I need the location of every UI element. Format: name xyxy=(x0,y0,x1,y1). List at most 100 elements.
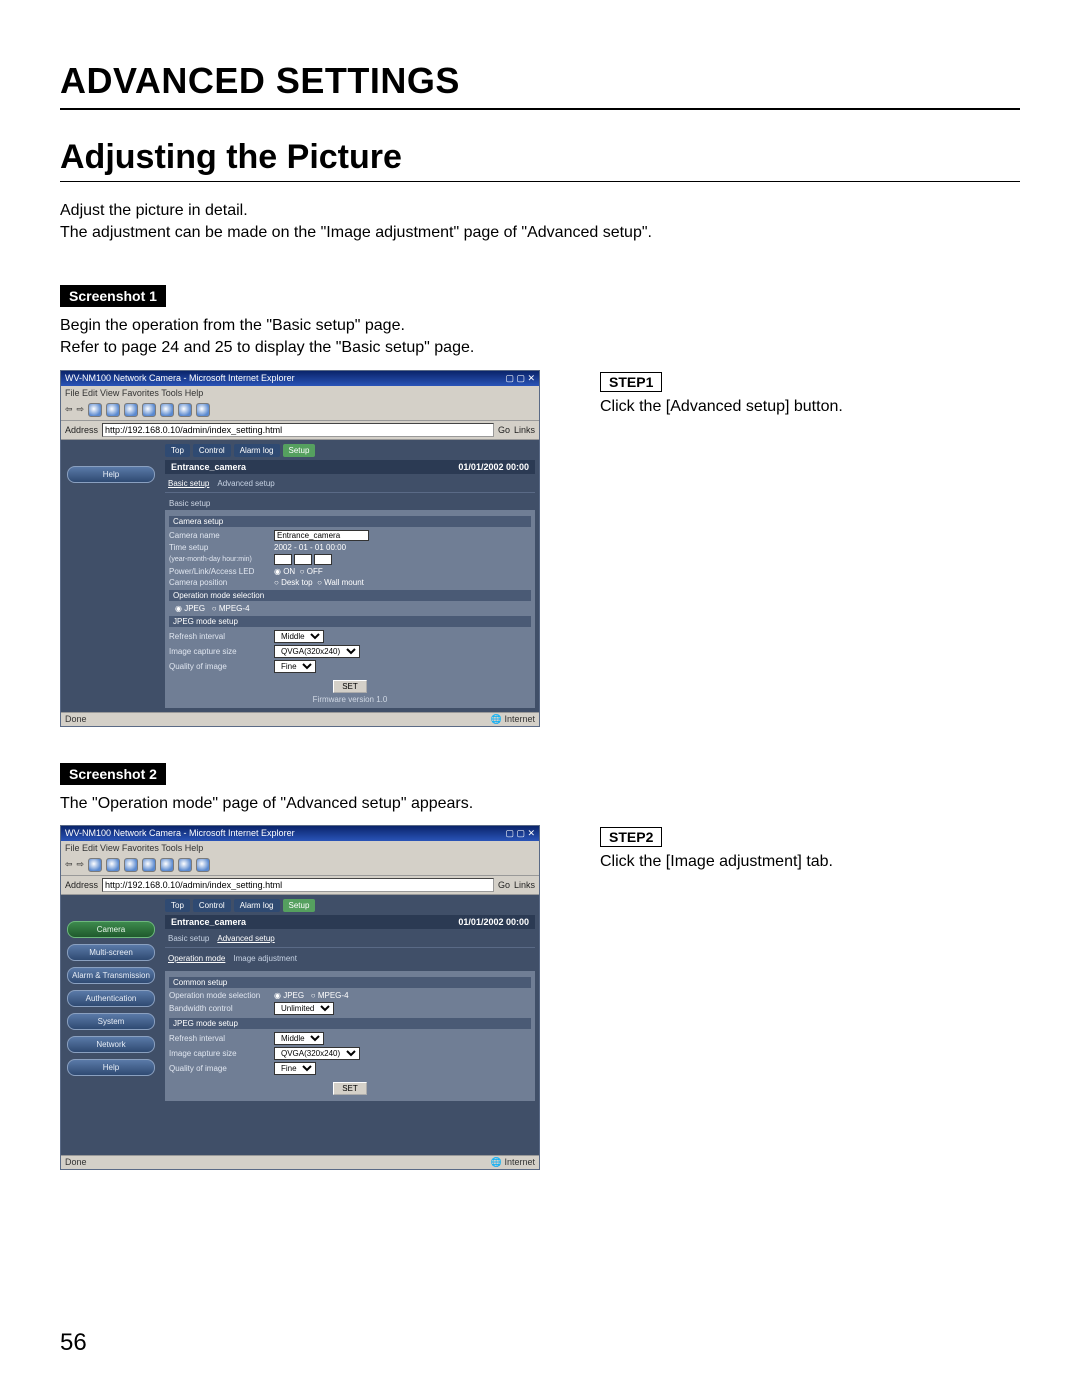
panel-head-opmode: Operation mode selection xyxy=(169,590,531,601)
intro-line: The adjustment can be made on the "Image… xyxy=(60,222,1020,244)
desc-line: The "Operation mode" page of "Advanced s… xyxy=(60,793,1020,815)
camera-name-header: Entrance_camera xyxy=(171,917,246,927)
section-title: Adjusting the Picture xyxy=(60,138,1020,182)
label-time-format: (year-month-day hour:min) xyxy=(169,556,274,563)
subpage-title: Basic setup xyxy=(165,497,535,510)
window-title: WV-NM100 Network Camera - Microsoft Inte… xyxy=(65,828,295,838)
toolbar: ⇦ ⇨ xyxy=(61,855,539,876)
radio-led-on[interactable]: ◉ ON xyxy=(274,567,295,576)
status-text: Done xyxy=(65,1157,87,1168)
back-icon: ⇦ xyxy=(65,859,73,870)
radio-mpeg4[interactable]: ○ MPEG-4 xyxy=(311,991,349,1000)
label-quality: Quality of image xyxy=(169,662,274,671)
label-bandwidth: Bandwidth control xyxy=(169,1004,274,1013)
step-text: Click the [Image adjustment] tab. xyxy=(600,853,1020,871)
radio-led-off[interactable]: ○ OFF xyxy=(300,567,323,576)
radio-jpeg[interactable]: ◉ JPEG xyxy=(274,991,304,1000)
browser-screenshot-1: WV-NM100 Network Camera - Microsoft Inte… xyxy=(60,370,540,727)
screenshot-desc: The "Operation mode" page of "Advanced s… xyxy=(60,793,1020,815)
status-zone: 🌐 Internet xyxy=(491,714,535,725)
select-quality[interactable]: Fine xyxy=(274,660,316,673)
history-icon xyxy=(178,858,192,872)
browser-screenshot-2: WV-NM100 Network Camera - Microsoft Inte… xyxy=(60,825,540,1170)
address-input[interactable] xyxy=(102,423,494,437)
radio-jpeg[interactable]: ◉ JPEG xyxy=(175,604,205,613)
sidebar-help-button[interactable]: Help xyxy=(67,466,155,483)
mail-icon xyxy=(196,858,210,872)
label-image-size: Image capture size xyxy=(169,1049,274,1058)
label-camera-position: Camera position xyxy=(169,578,274,587)
window-title: WV-NM100 Network Camera - Microsoft Inte… xyxy=(65,373,295,383)
firmware-version: Firmware version 1.0 xyxy=(169,695,531,704)
status-zone: 🌐 Internet xyxy=(491,1157,535,1168)
links-label: Links xyxy=(514,880,535,890)
input-time-1[interactable] xyxy=(274,554,292,565)
sidebar-alarm-button[interactable]: Alarm & Transmission xyxy=(67,967,155,984)
sidebar-auth-button[interactable]: Authentication xyxy=(67,990,155,1007)
window-controls: ▢ ▢ ✕ xyxy=(505,373,535,384)
select-refresh-interval[interactable]: Middle xyxy=(274,630,324,643)
select-image-size[interactable]: QVGA(320x240) xyxy=(274,1047,360,1060)
step-text: Click the [Advanced setup] button. xyxy=(600,398,1020,416)
input-time-2[interactable] xyxy=(294,554,312,565)
address-input[interactable] xyxy=(102,878,494,892)
tab-alarm-log[interactable]: Alarm log xyxy=(234,899,280,912)
step-label: STEP1 xyxy=(600,372,662,392)
sidebar-system-button[interactable]: System xyxy=(67,1013,155,1030)
select-quality[interactable]: Fine xyxy=(274,1062,316,1075)
select-bandwidth[interactable]: Unlimited xyxy=(274,1002,334,1015)
set-button[interactable]: SET xyxy=(333,680,367,693)
tab-top[interactable]: Top xyxy=(165,899,190,912)
innertab-image-adjustment[interactable]: Image adjustment xyxy=(233,954,297,963)
menubar: File Edit View Favorites Tools Help xyxy=(61,386,539,400)
sidebar: Help xyxy=(61,440,161,712)
tab-setup[interactable]: Setup xyxy=(283,444,316,457)
sidebar-multiscreen-button[interactable]: Multi-screen xyxy=(67,944,155,961)
go-button[interactable]: Go xyxy=(498,880,510,890)
mail-icon xyxy=(196,403,210,417)
screenshot-desc: Begin the operation from the "Basic setu… xyxy=(60,315,1020,360)
radio-mpeg4[interactable]: ○ MPEG-4 xyxy=(212,604,250,613)
input-time-3[interactable] xyxy=(314,554,332,565)
window-controls: ▢ ▢ ✕ xyxy=(505,828,535,839)
tab-alarm-log[interactable]: Alarm log xyxy=(234,444,280,457)
datetime-header: 01/01/2002 00:00 xyxy=(458,917,529,927)
desc-line: Refer to page 24 and 25 to display the "… xyxy=(60,337,1020,359)
desc-line: Begin the operation from the "Basic setu… xyxy=(60,315,1020,337)
subtab-advanced-setup[interactable]: Advanced setup xyxy=(217,479,274,488)
sidebar-help-button[interactable]: Help xyxy=(67,1059,155,1076)
search-icon xyxy=(142,403,156,417)
refresh-icon xyxy=(106,858,120,872)
menubar: File Edit View Favorites Tools Help xyxy=(61,841,539,855)
input-camera-name[interactable] xyxy=(274,530,369,541)
innertab-operation-mode[interactable]: Operation mode xyxy=(168,954,225,963)
label-led: Power/Link/Access LED xyxy=(169,567,274,576)
panel-head-common-setup: Common setup xyxy=(169,977,531,988)
home-icon xyxy=(124,858,138,872)
tab-top[interactable]: Top xyxy=(165,444,190,457)
select-image-size[interactable]: QVGA(320x240) xyxy=(274,645,360,658)
sidebar-camera-button[interactable]: Camera xyxy=(67,921,155,938)
sidebar-network-button[interactable]: Network xyxy=(67,1036,155,1053)
window-titlebar: WV-NM100 Network Camera - Microsoft Inte… xyxy=(61,826,539,841)
select-refresh-interval[interactable]: Middle xyxy=(274,1032,324,1045)
radio-desktop[interactable]: ○ Desk top xyxy=(274,578,313,587)
go-button[interactable]: Go xyxy=(498,425,510,435)
tab-setup[interactable]: Setup xyxy=(283,899,316,912)
tab-control[interactable]: Control xyxy=(193,444,231,457)
radio-wallmount[interactable]: ○ Wall mount xyxy=(317,578,364,587)
home-icon xyxy=(124,403,138,417)
screenshot-1-block: Screenshot 1 Begin the operation from th… xyxy=(60,285,1020,727)
set-button[interactable]: SET xyxy=(333,1082,367,1095)
address-label: Address xyxy=(65,880,98,890)
subtab-basic-setup[interactable]: Basic setup xyxy=(168,934,209,943)
label-refresh-interval: Refresh interval xyxy=(169,632,274,641)
subtab-basic-setup[interactable]: Basic setup xyxy=(168,479,209,488)
forward-icon: ⇨ xyxy=(77,404,85,415)
panel-head-jpeg: JPEG mode setup xyxy=(169,1018,531,1029)
window-titlebar: WV-NM100 Network Camera - Microsoft Inte… xyxy=(61,371,539,386)
subtab-advanced-setup[interactable]: Advanced setup xyxy=(217,934,274,943)
tab-control[interactable]: Control xyxy=(193,899,231,912)
page-title: ADVANCED SETTINGS xyxy=(60,60,1020,110)
forward-icon: ⇨ xyxy=(77,859,85,870)
